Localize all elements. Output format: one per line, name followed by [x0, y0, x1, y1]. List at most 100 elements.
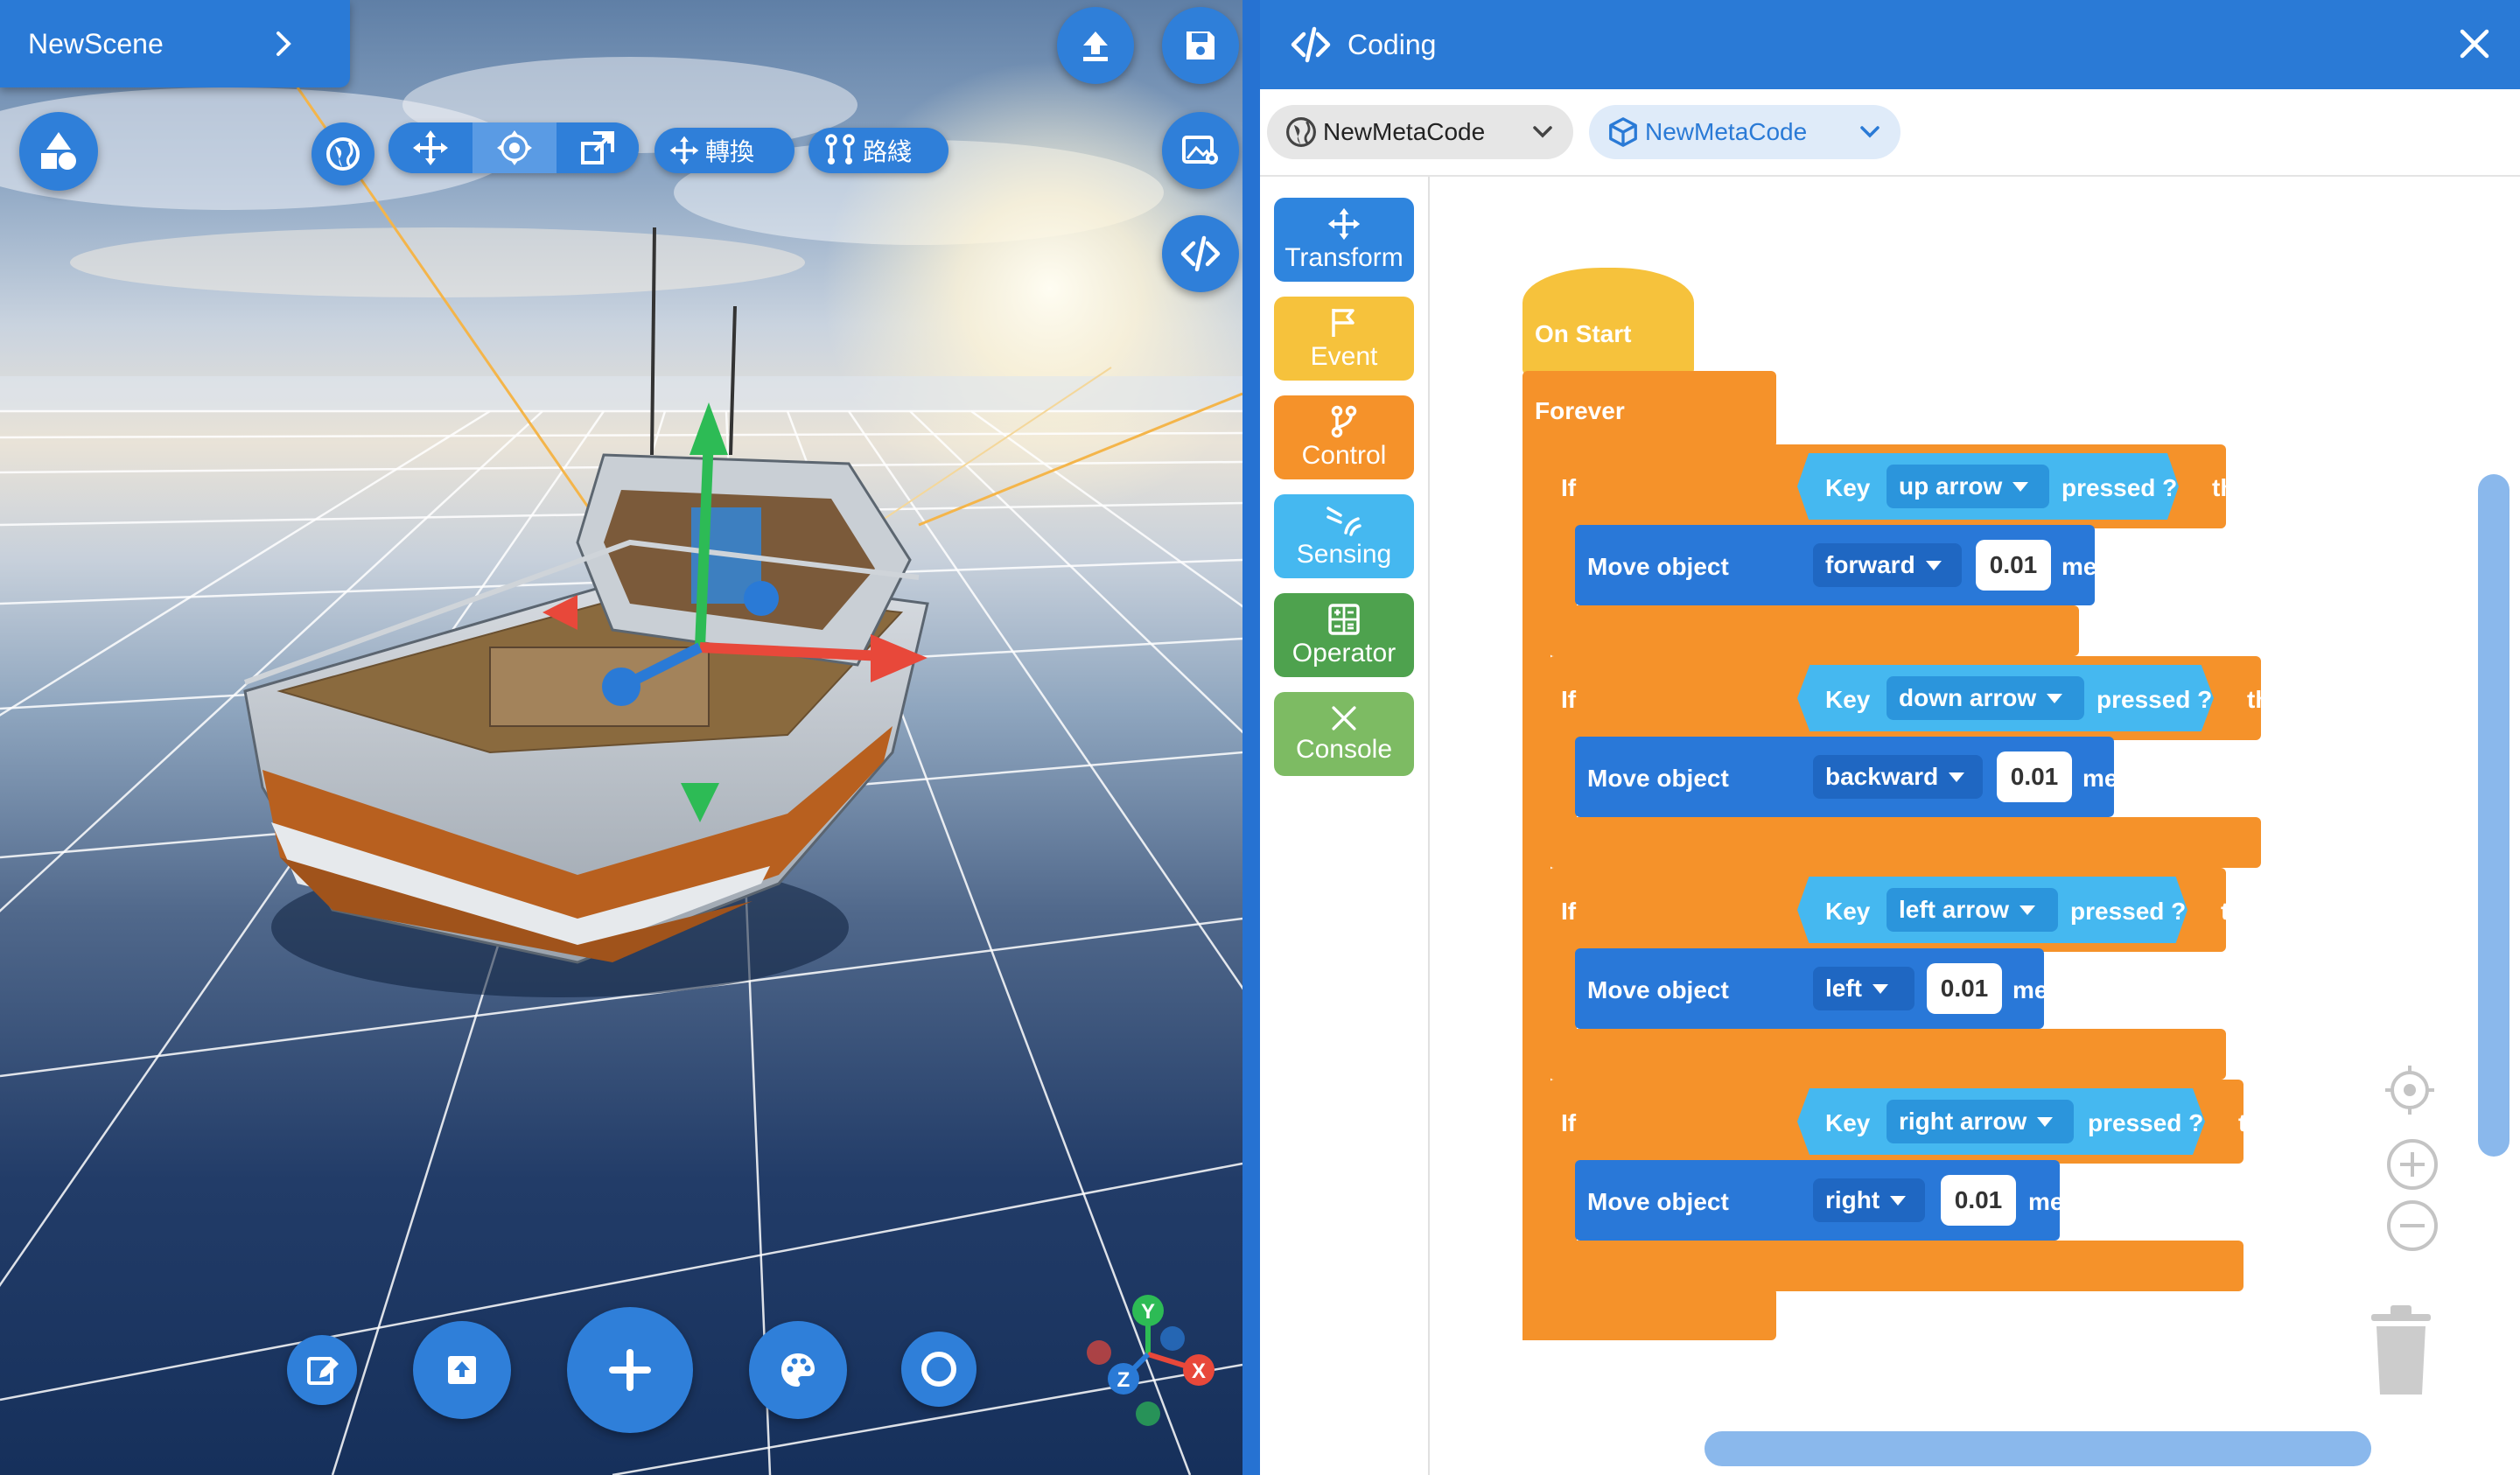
branch-icon [1331, 405, 1357, 438]
dropdown-arrow-icon [1890, 1195, 1907, 1206]
key-select-value: down arrow [1899, 684, 2037, 711]
key-select[interactable]: right arrow [1886, 1100, 2074, 1143]
palette-icon [781, 1353, 815, 1387]
palette-button[interactable] [749, 1321, 847, 1419]
export-button[interactable] [413, 1321, 511, 1419]
category-console[interactable]: Console [1274, 692, 1414, 776]
move-object-label: Move object [1587, 1188, 1729, 1215]
horizontal-scrollbar[interactable] [1704, 1431, 2371, 1466]
move-object-label: Move object [1587, 553, 1729, 580]
forever-block-arm [1522, 439, 1550, 1340]
code-icon [1290, 24, 1332, 66]
then-label: then [2221, 898, 2273, 925]
if-label: If [1561, 1109, 1577, 1136]
transform-mode-group [388, 122, 639, 173]
zoom-in-button[interactable] [2385, 1137, 2440, 1196]
distance-input[interactable]: 0.01 [1997, 751, 2072, 802]
key-label: Key [1825, 474, 1871, 501]
direction-select-value: forward [1825, 551, 1915, 578]
dropdown-arrow-icon [1925, 560, 1942, 570]
save-button[interactable] [1162, 7, 1239, 84]
scope-dropdown[interactable]: NewMetaCode [1267, 105, 1573, 159]
object-dropdown[interactable]: NewMetaCode [1589, 105, 1900, 159]
edit-button[interactable] [287, 1335, 357, 1405]
move-object-label: Move object [1587, 976, 1729, 1003]
forever-label: Forever [1535, 397, 1625, 424]
coding-panel: Coding NewMetaCode NewMetaCode Transform… [1260, 0, 2520, 1475]
panel-header: Coding [1260, 0, 2520, 89]
scene-viewport[interactable]: NewScene 轉換 路綫 Y X Z [0, 0, 1242, 1475]
vertical-scrollbar[interactable] [2478, 474, 2510, 1157]
close-icon [2460, 29, 2489, 59]
edit-icon [307, 1357, 339, 1385]
panel-resize-handle[interactable] [1242, 0, 1260, 1475]
convert-button[interactable]: 轉換 [654, 128, 794, 173]
dropdown-arrow-icon [2012, 481, 2029, 492]
zoom-out-icon [2387, 1200, 2438, 1251]
category-event[interactable]: Event [1274, 297, 1414, 381]
pressed-label: pressed ? [2096, 686, 2213, 713]
category-sensing[interactable]: Sensing [1274, 494, 1414, 578]
recenter-button[interactable] [2382, 1062, 2438, 1122]
key-label: Key [1825, 1109, 1871, 1136]
dropdown-arrow-icon [2037, 1116, 2054, 1127]
axis-x-label: X [1192, 1360, 1206, 1383]
zoom-out-button[interactable] [2385, 1199, 2440, 1257]
direction-select-value: left [1825, 975, 1862, 1002]
scene-name-button[interactable]: NewScene [0, 0, 350, 87]
if-block-foot [1549, 605, 2079, 656]
plus-icon [609, 1349, 651, 1391]
direction-select[interactable]: forward [1813, 543, 1962, 587]
meters-label: meters [2062, 553, 2142, 580]
move-icon [413, 130, 448, 165]
sensing-icon [1326, 507, 1362, 536]
code-icon [1180, 235, 1221, 272]
image-location-button[interactable] [1162, 112, 1239, 189]
path-button[interactable]: 路綫 [808, 128, 948, 173]
axis-z-label: Z [1117, 1368, 1130, 1392]
category-operator[interactable]: Operator [1274, 593, 1414, 677]
direction-select[interactable]: left [1813, 967, 1914, 1010]
axis-gizmo[interactable]: Y X Z [1069, 1284, 1227, 1433]
direction-select-value: right [1825, 1186, 1880, 1213]
category-control[interactable]: Control [1274, 395, 1414, 479]
translate-mode-button[interactable] [388, 122, 472, 173]
save-icon [1186, 31, 1214, 59]
key-select[interactable]: up arrow [1886, 465, 2049, 508]
move-icon [669, 136, 699, 165]
scale-mode-button[interactable] [556, 122, 639, 173]
direction-select-value: backward [1825, 763, 1939, 790]
distance-input[interactable]: 0.01 [1976, 540, 2051, 591]
then-label: then [2247, 686, 2300, 713]
calculator-icon [1328, 604, 1360, 635]
block-workspace[interactable]: On Start Forever If Key up arrow pressed… [1432, 177, 2520, 1475]
key-select-value: right arrow [1899, 1108, 2027, 1135]
add-button[interactable] [567, 1307, 693, 1433]
key-select[interactable]: down arrow [1886, 676, 2084, 720]
path-label: 路綫 [863, 138, 913, 165]
chevron-down-icon [1533, 126, 1552, 138]
globe-icon [326, 137, 360, 171]
image-pin-icon [1182, 136, 1218, 164]
upload-button[interactable] [1057, 7, 1134, 84]
trash-can[interactable] [2359, 1297, 2443, 1406]
dropdown-arrow-icon [2047, 693, 2063, 703]
distance-input[interactable]: 0.01 [1927, 963, 2002, 1014]
if-label: If [1561, 686, 1577, 713]
global-space-button[interactable] [312, 122, 374, 185]
category-transform[interactable]: Transform [1274, 198, 1414, 282]
code-button[interactable] [1162, 215, 1239, 292]
scene-title: NewScene [28, 27, 164, 59]
direction-select[interactable]: right [1813, 1178, 1925, 1222]
zoom-in-icon [2387, 1139, 2438, 1190]
close-button[interactable] [2457, 26, 2492, 61]
direction-select[interactable]: backward [1813, 755, 1983, 799]
shapes-button[interactable] [19, 112, 98, 191]
globe-icon [1286, 117, 1316, 147]
flag-icon [1332, 309, 1354, 337]
distance-input[interactable]: 0.01 [1941, 1175, 2016, 1226]
key-select[interactable]: left arrow [1886, 888, 2058, 932]
rotate-mode-button[interactable] [472, 122, 556, 173]
settings-button[interactable] [901, 1332, 976, 1407]
trash-icon [2371, 1305, 2431, 1395]
